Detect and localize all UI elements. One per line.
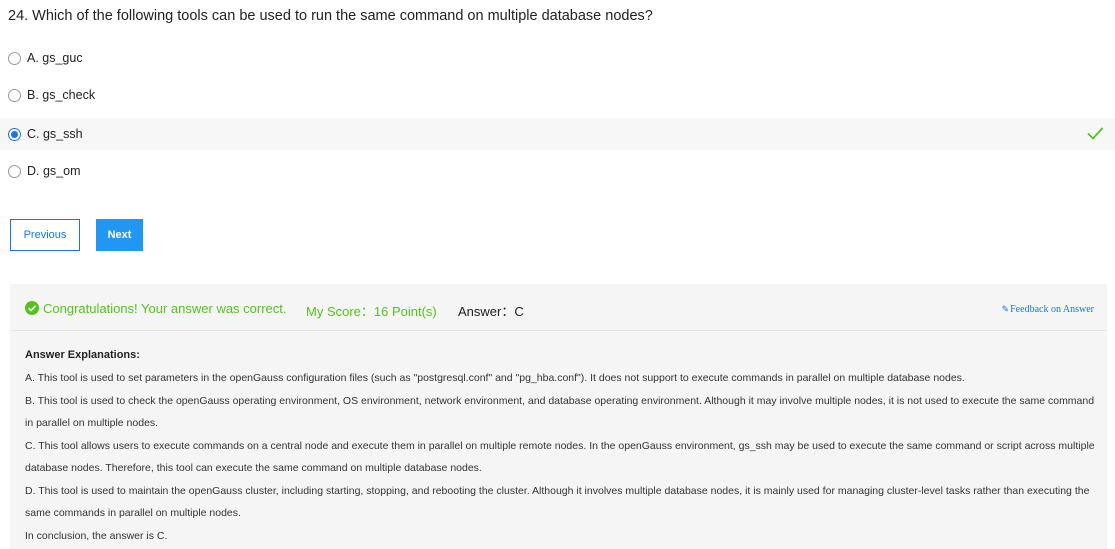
result-header: Congratulations! Your answer was correct… [10, 284, 1107, 331]
option-a-label: A. gs_guc [27, 51, 83, 65]
option-a[interactable]: A. gs_guc [0, 42, 1115, 74]
question-text: 24. Which of the following tools can be … [8, 8, 653, 24]
explanation-title: Answer Explanations: [25, 349, 140, 361]
explanation-line: B. This tool is used to check the openGa… [25, 394, 1095, 430]
radio-button-c[interactable] [8, 127, 21, 141]
option-d-label: D. gs_om [27, 164, 81, 178]
previous-button[interactable]: Previous [10, 219, 80, 251]
option-d[interactable]: D. gs_om [0, 155, 1115, 187]
option-b-label: B. gs_check [27, 88, 96, 102]
next-button[interactable]: Next [96, 219, 143, 251]
explanation-line: In conclusion, the answer is C. [25, 529, 168, 542]
result-message: Congratulations! Your answer was correct… [43, 301, 287, 316]
option-b[interactable]: B. gs_check [0, 79, 1115, 111]
answer-text: Answer：C [458, 304, 524, 319]
radio-button-b[interactable] [8, 88, 21, 102]
explanation-line: D. This tool is used to maintain the ope… [25, 484, 1090, 520]
explanation-body: A. This tool is used to set parameters i… [25, 367, 1095, 547]
radio-button-d[interactable] [8, 164, 21, 178]
option-c-label: C. gs_ssh [27, 127, 83, 141]
radio-button-a[interactable] [8, 51, 21, 65]
feedback-link[interactable]: ✎Feedback on Answer [1002, 304, 1094, 315]
feedback-label: Feedback on Answer [1010, 304, 1094, 315]
option-c[interactable]: C. gs_ssh [0, 118, 1115, 150]
correct-check-icon [1087, 127, 1104, 140]
check-circle-icon [25, 301, 39, 315]
explanation-line: A. This tool is used to set parameters i… [25, 372, 965, 384]
pen-icon: ✎ [1001, 304, 1010, 314]
score-text: My Score：16 Point(s) [306, 304, 437, 319]
explanation-line: C. This tool allows users to execute com… [25, 439, 1095, 475]
answer-result-panel: Congratulations! Your answer was correct… [10, 284, 1107, 549]
